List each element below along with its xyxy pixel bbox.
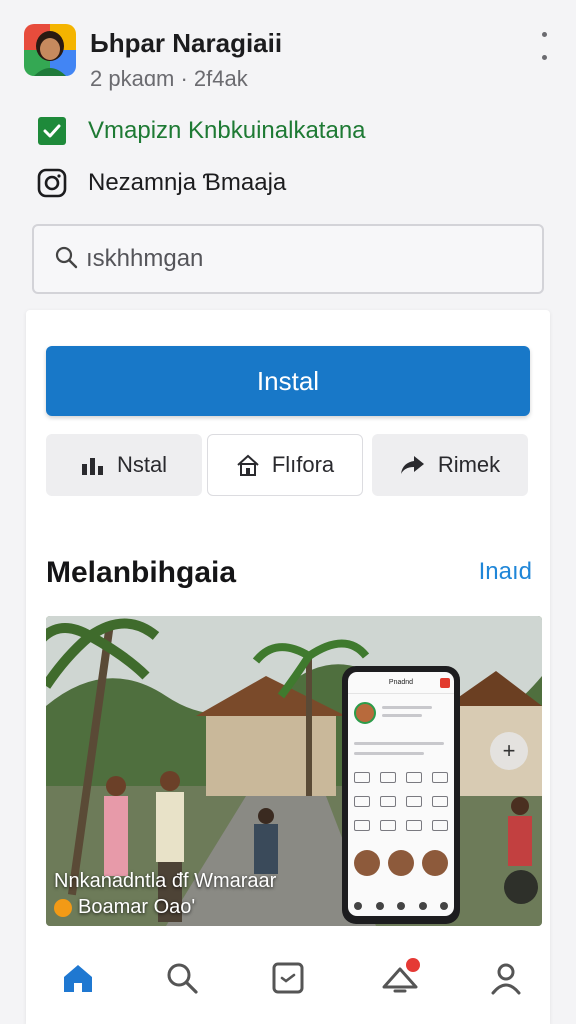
home-label: Flıfora <box>271 452 335 477</box>
instagram-icon <box>36 167 68 199</box>
phone-line <box>354 742 444 745</box>
nav-profile-icon[interactable] <box>484 956 528 1000</box>
search-icon <box>54 245 78 274</box>
phone-nav <box>354 902 448 910</box>
instagram-text: Nezamnja Ɓmaaja <box>88 169 287 196</box>
feature-subcaption: Boamar Oao' <box>54 896 195 919</box>
section-link[interactable]: Inaıd <box>479 558 532 586</box>
feature-subcaption-text: Boamar Oao' <box>78 896 196 918</box>
phone-badge <box>440 678 450 688</box>
phone-icon-grid <box>354 820 448 831</box>
phone-header: Pnadnd <box>348 672 454 694</box>
phone-screen: Pnadnd <box>348 672 454 916</box>
app-header: Ьhpar Naragiaii 2 pkaɑm · 2f4ak <box>0 0 576 110</box>
feature-caption: Nnkanadntla đf Wmaraar <box>54 870 277 892</box>
avatar[interactable] <box>24 24 76 76</box>
phone-icon-grid <box>354 772 448 783</box>
notification-badge <box>406 958 420 972</box>
nav-reels-icon[interactable] <box>266 956 310 1000</box>
share-arrow-icon <box>400 454 426 476</box>
stats-button[interactable]: Nstal <box>46 434 202 496</box>
phone-line <box>354 752 424 755</box>
add-icon[interactable]: + <box>490 732 528 770</box>
home-icon <box>236 454 260 476</box>
phone-icon-grid <box>354 796 448 807</box>
phone-avatar <box>354 702 376 724</box>
phone-mockup: Pnadnd <box>342 666 460 924</box>
phone-line <box>382 706 432 709</box>
verified-row: Vmapizn Knbkuinalkatana <box>36 114 366 148</box>
install-button[interactable]: Instal <box>46 346 530 416</box>
home-button[interactable]: Flıfora <box>207 434 363 496</box>
section-title: Melanbihgaia <box>46 556 237 589</box>
instagram-row[interactable]: Nezamnja Ɓmaaja <box>36 166 286 200</box>
app-subtitle: 2 pkaɑm · 2f4ak <box>90 66 248 91</box>
phone-faces <box>354 850 448 876</box>
nav-home-icon[interactable] <box>56 956 100 1000</box>
app-card: Instal Nstal Flıfora Rimek Melanbihgaia … <box>26 310 550 1024</box>
check-box-icon <box>36 115 68 147</box>
phone-line <box>382 714 422 717</box>
share-label: Rimek <box>437 452 501 477</box>
nav-notification-icon[interactable] <box>378 956 422 1000</box>
stats-label: Nstal <box>116 452 168 477</box>
search-placeholder: ıskhhmgan <box>86 245 204 272</box>
verified-text: Vmapizn Knbkuinalkatana <box>88 117 366 144</box>
nav-search-icon[interactable] <box>160 956 204 1000</box>
bottom-navigation <box>26 936 550 1024</box>
orange-dot-icon <box>54 898 72 917</box>
bar-chart-icon <box>81 454 105 476</box>
app-title: Ьhpar Naragiaii <box>90 28 283 58</box>
more-options-icon[interactable] <box>534 32 554 60</box>
search-input[interactable]: ıskhhmgan <box>32 224 544 294</box>
audio-icon[interactable] <box>504 870 538 904</box>
share-button[interactable]: Rimek <box>372 434 528 496</box>
feature-image[interactable]: Pnadnd + Nnkanadntla đf Wmaraar Boamar O… <box>46 616 542 926</box>
